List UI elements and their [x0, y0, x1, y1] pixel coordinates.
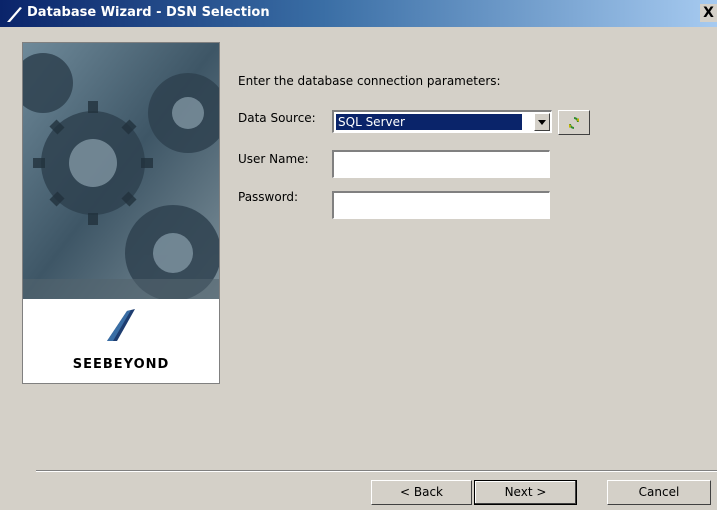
- user-name-label: User Name:: [238, 152, 309, 166]
- brand-name: SEEBEYOND: [72, 357, 170, 372]
- password-label: Password:: [238, 190, 299, 204]
- seebeyond-logo-icon: [7, 7, 22, 22]
- back-button[interactable]: < Back: [371, 480, 472, 505]
- password-input[interactable]: [332, 191, 550, 219]
- data-source-label: Data Source:: [238, 111, 316, 125]
- data-source-select[interactable]: SQL Server: [332, 110, 552, 133]
- next-button[interactable]: Next >: [474, 480, 577, 505]
- seebeyond-logo-icon: [107, 309, 135, 341]
- wizard-side-image: SEEBEYOND: [22, 42, 220, 384]
- refresh-icon: [569, 117, 579, 129]
- close-button[interactable]: X: [700, 4, 717, 22]
- chevron-down-icon: [538, 120, 546, 125]
- gears-illustration: [23, 43, 219, 299]
- refresh-data-sources-button[interactable]: [558, 110, 590, 135]
- cancel-button[interactable]: Cancel: [607, 480, 711, 505]
- instruction-text: Enter the database connection parameters…: [238, 74, 501, 88]
- footer-separator: [36, 470, 717, 472]
- window-title: Database Wizard - DSN Selection: [27, 5, 270, 20]
- title-bar[interactable]: Database Wizard - DSN Selection X: [0, 0, 717, 27]
- database-wizard-window: Database Wizard - DSN Selection X SEEBEY…: [0, 0, 717, 510]
- dropdown-button[interactable]: [534, 113, 550, 131]
- data-source-selected-value: SQL Server: [336, 114, 522, 130]
- user-name-input[interactable]: [332, 150, 550, 178]
